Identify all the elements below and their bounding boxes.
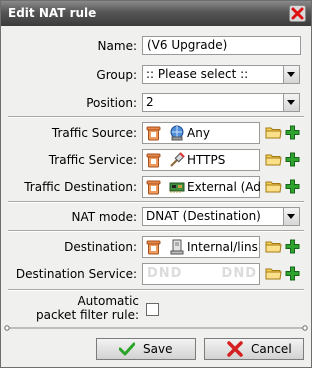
- auto-pf-label-line1: Automatic: [77, 294, 139, 308]
- add-icon[interactable]: [285, 125, 300, 140]
- folder-icon[interactable]: [265, 266, 282, 281]
- traffic-service-label: Traffic Service:: [48, 153, 137, 167]
- chevron-down-icon[interactable]: [283, 94, 299, 111]
- position-select[interactable]: 2: [142, 93, 300, 112]
- group-select-value: :: Please select ::: [146, 67, 249, 81]
- traffic-source-label: Traffic Source:: [51, 126, 137, 140]
- trash-icon[interactable]: [146, 239, 161, 255]
- globe-network-icon: [170, 125, 184, 141]
- destination-label: Destination:: [64, 240, 137, 254]
- group-select[interactable]: :: Please select ::: [142, 65, 300, 84]
- service-plug-icon: [170, 152, 185, 167]
- folder-icon[interactable]: [265, 179, 282, 194]
- group-label: Group:: [96, 68, 137, 82]
- destination-value: Internal/lins: [187, 240, 258, 254]
- nat-mode-select[interactable]: DNAT (Destination): [142, 207, 300, 226]
- auto-pf-label-line2: packet filter rule:: [35, 308, 139, 322]
- cancel-button-label: Cancel: [251, 342, 292, 356]
- divider: [8, 289, 304, 291]
- dnd-placeholder: DND: [147, 266, 183, 281]
- close-icon[interactable]: [289, 5, 306, 22]
- trash-icon[interactable]: [146, 125, 161, 141]
- destination-service-dropzone[interactable]: DND DND: [142, 263, 260, 285]
- save-button[interactable]: Save: [96, 338, 196, 360]
- name-label: Name:: [97, 39, 137, 53]
- divider: [8, 116, 304, 118]
- title-bar[interactable]: Edit NAT rule: [1, 1, 311, 26]
- save-button-label: Save: [143, 342, 173, 356]
- traffic-destination-box[interactable]: External (Ad: [142, 176, 261, 198]
- dnd-placeholder: DND: [221, 266, 257, 281]
- dialog-title: Edit NAT rule: [8, 6, 97, 20]
- checkmark-icon: [119, 342, 135, 356]
- add-icon[interactable]: [285, 152, 300, 167]
- cancel-x-icon: [227, 341, 243, 357]
- chevron-down-icon[interactable]: [283, 208, 299, 225]
- traffic-destination-label: Traffic Destination:: [24, 180, 137, 194]
- server-host-icon: [170, 239, 184, 255]
- nat-mode-select-value: DNAT (Destination): [146, 209, 261, 223]
- network-card-icon: [169, 182, 185, 193]
- traffic-destination-value: External (Ad: [187, 180, 261, 194]
- folder-icon[interactable]: [265, 239, 282, 254]
- traffic-service-value: HTTPS: [187, 153, 226, 167]
- add-icon[interactable]: [285, 239, 300, 254]
- destination-box[interactable]: Internal/lins: [142, 236, 260, 258]
- chevron-down-icon[interactable]: [283, 66, 299, 83]
- divider: [8, 230, 304, 232]
- trash-icon[interactable]: [146, 152, 161, 168]
- position-select-value: 2: [146, 95, 154, 109]
- nat-mode-label: NAT mode:: [71, 210, 137, 224]
- traffic-source-box[interactable]: Any: [142, 122, 260, 144]
- name-input[interactable]: (V6 Upgrade): [142, 36, 301, 55]
- traffic-source-value: Any: [187, 126, 210, 140]
- trash-icon[interactable]: [146, 179, 161, 195]
- destination-service-label: Destination Service:: [15, 267, 137, 281]
- position-label: Position:: [86, 96, 137, 110]
- cancel-button[interactable]: Cancel: [204, 338, 304, 360]
- divider: [8, 201, 304, 203]
- add-icon[interactable]: [285, 179, 300, 194]
- folder-icon[interactable]: [265, 125, 282, 140]
- auto-packet-filter-checkbox[interactable]: [146, 303, 159, 316]
- traffic-service-box[interactable]: HTTPS: [142, 149, 260, 171]
- resize-handle[interactable]: [4, 325, 308, 331]
- add-icon[interactable]: [285, 266, 300, 281]
- edit-nat-rule-dialog: Edit NAT rule Name: (V6 Upgrade) Group: …: [0, 0, 312, 368]
- folder-icon[interactable]: [265, 152, 282, 167]
